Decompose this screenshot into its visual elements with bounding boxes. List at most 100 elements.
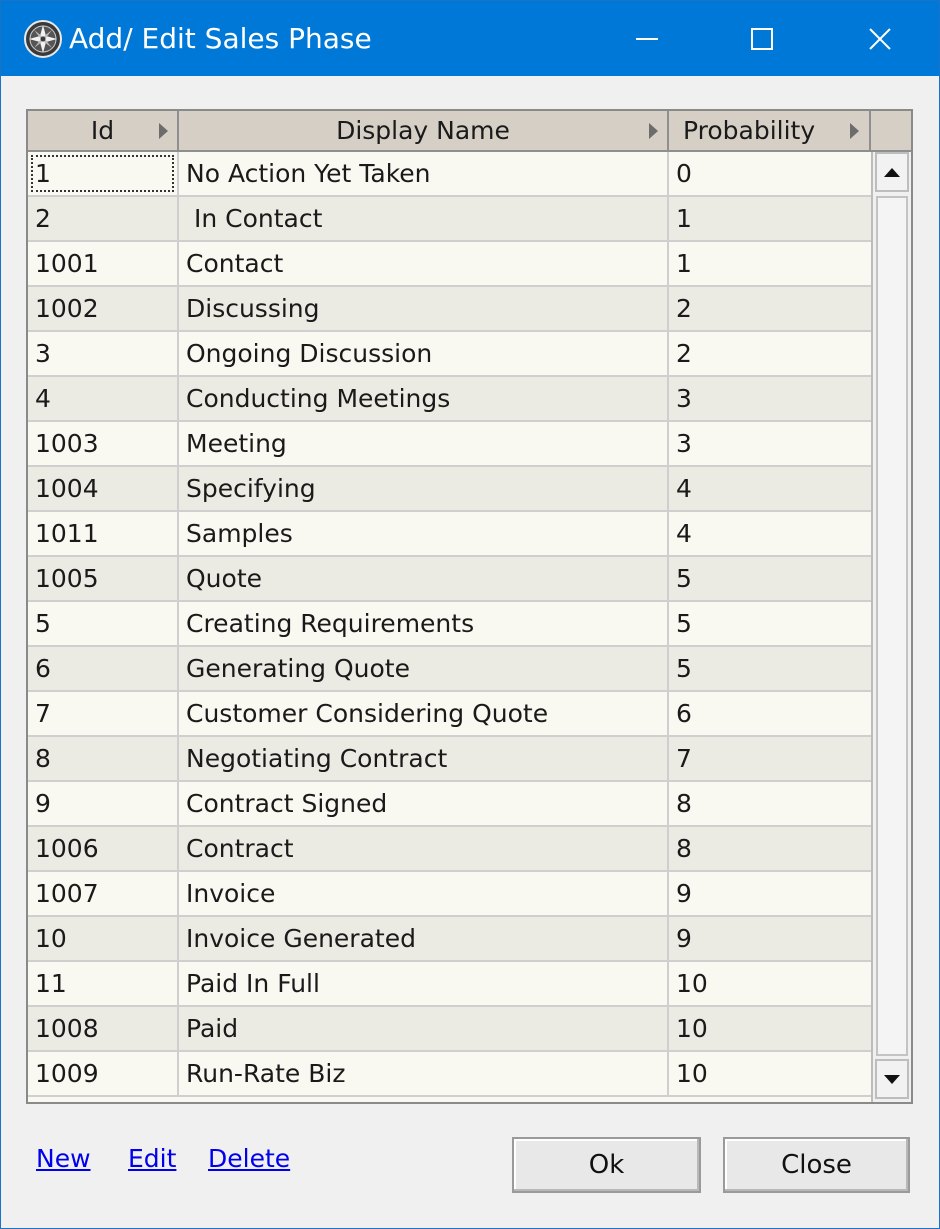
table-row[interactable]: 1003 Meeting 3 <box>28 422 871 467</box>
cell-display-name[interactable]: Customer Considering Quote <box>179 692 669 735</box>
cell-probability[interactable]: 3 <box>669 377 871 420</box>
cell-display-name[interactable]: Invoice Generated <box>179 917 669 960</box>
cell-probability[interactable]: 10 <box>669 962 871 1005</box>
cell-probability[interactable]: 5 <box>669 602 871 645</box>
cell-display-name[interactable]: Generating Quote <box>179 647 669 690</box>
edit-link[interactable]: Edit <box>128 1144 176 1173</box>
table-row[interactable]: 3 Ongoing Discussion 2 <box>28 332 871 377</box>
cell-id[interactable]: 11 <box>28 962 179 1005</box>
minimize-button[interactable] <box>588 1 706 76</box>
cell-id[interactable]: 1006 <box>28 827 179 870</box>
cell-display-name[interactable]: Contact <box>179 242 669 285</box>
column-header-id[interactable]: Id <box>28 111 179 150</box>
cell-probability[interactable]: 5 <box>669 647 871 690</box>
cell-probability[interactable]: 4 <box>669 467 871 510</box>
cell-id[interactable]: 1008 <box>28 1007 179 1050</box>
cell-display-name[interactable]: No Action Yet Taken <box>179 152 669 195</box>
cell-display-name[interactable]: Ongoing Discussion <box>179 332 669 375</box>
cell-id[interactable]: 1005 <box>28 557 179 600</box>
cell-probability[interactable]: 3 <box>669 422 871 465</box>
cell-display-name[interactable]: Invoice <box>179 872 669 915</box>
column-menu-arrow-icon[interactable] <box>649 123 658 139</box>
table-row[interactable]: 4 Conducting Meetings 3 <box>28 377 871 422</box>
cell-display-name[interactable]: Samples <box>179 512 669 555</box>
cell-id[interactable]: 7 <box>28 692 179 735</box>
table-row[interactable]: 1001 Contact 1 <box>28 242 871 287</box>
cell-probability[interactable]: 10 <box>669 1052 871 1095</box>
cell-display-name[interactable]: Meeting <box>179 422 669 465</box>
table-row[interactable]: 10 Invoice Generated 9 <box>28 917 871 962</box>
cell-probability[interactable]: 0 <box>669 152 871 195</box>
cell-display-name[interactable]: Paid In Full <box>179 962 669 1005</box>
cell-id[interactable]: 10 <box>28 917 179 960</box>
cell-id[interactable]: 1009 <box>28 1052 179 1095</box>
table-row[interactable]: 1004 Specifying 4 <box>28 467 871 512</box>
ok-button[interactable]: Ok <box>512 1137 701 1193</box>
table-row[interactable]: 1008 Paid 10 <box>28 1007 871 1052</box>
cell-probability[interactable]: 8 <box>669 782 871 825</box>
cell-probability[interactable]: 9 <box>669 872 871 915</box>
maximize-button[interactable] <box>703 1 821 76</box>
table-row[interactable]: 11 Paid In Full 10 <box>28 962 871 1007</box>
table-row[interactable]: 6 Generating Quote 5 <box>28 647 871 692</box>
cell-id[interactable]: 8 <box>28 737 179 780</box>
cell-id[interactable]: 5 <box>28 602 179 645</box>
table-row[interactable]: 1 No Action Yet Taken 0 <box>28 152 871 197</box>
column-header-probability[interactable]: Probability <box>669 111 871 150</box>
cell-display-name[interactable]: Paid <box>179 1007 669 1050</box>
cell-id[interactable]: 3 <box>28 332 179 375</box>
cell-id[interactable]: 2 <box>28 197 179 240</box>
cell-id[interactable]: 6 <box>28 647 179 690</box>
cell-id[interactable]: 1002 <box>28 287 179 330</box>
table-row[interactable]: 1007 Invoice 9 <box>28 872 871 917</box>
delete-link[interactable]: Delete <box>208 1144 290 1173</box>
table-row[interactable]: 1006 Contract 8 <box>28 827 871 872</box>
cell-probability[interactable]: 9 <box>669 917 871 960</box>
cell-probability[interactable]: 1 <box>669 197 871 240</box>
cell-probability[interactable]: 4 <box>669 512 871 555</box>
cell-display-name[interactable]: Conducting Meetings <box>179 377 669 420</box>
cell-id[interactable]: 1004 <box>28 467 179 510</box>
vertical-scrollbar[interactable] <box>871 152 911 1102</box>
cell-display-name[interactable]: Quote <box>179 557 669 600</box>
cell-id[interactable]: 1003 <box>28 422 179 465</box>
cell-id[interactable]: 1011 <box>28 512 179 555</box>
column-menu-arrow-icon[interactable] <box>159 123 168 139</box>
cell-display-name[interactable]: Contract Signed <box>179 782 669 825</box>
cell-probability[interactable]: 6 <box>669 692 871 735</box>
compass-app-icon[interactable] <box>23 19 63 59</box>
cell-probability[interactable]: 10 <box>669 1007 871 1050</box>
cell-display-name[interactable]: Specifying <box>179 467 669 510</box>
scroll-down-button[interactable] <box>875 1059 909 1099</box>
table-row[interactable]: 1011 Samples 4 <box>28 512 871 557</box>
cell-probability[interactable]: 2 <box>669 332 871 375</box>
cell-display-name[interactable]: In Contact <box>179 197 669 240</box>
table-row[interactable]: 2 In Contact 1 <box>28 197 871 242</box>
cell-id[interactable]: 1007 <box>28 872 179 915</box>
cell-display-name[interactable]: Contract <box>179 827 669 870</box>
cell-id[interactable]: 1 <box>28 152 179 195</box>
close-button[interactable]: Close <box>723 1137 910 1193</box>
table-row[interactable]: 7 Customer Considering Quote 6 <box>28 692 871 737</box>
cell-probability[interactable]: 5 <box>669 557 871 600</box>
close-window-button[interactable] <box>821 1 939 76</box>
column-menu-arrow-icon[interactable] <box>850 123 859 139</box>
column-header-display-name[interactable]: Display Name <box>179 111 669 150</box>
table-row[interactable]: 1009 Run-Rate Biz 10 <box>28 1052 871 1097</box>
cell-id[interactable]: 4 <box>28 377 179 420</box>
table-row[interactable]: 1002 Discussing 2 <box>28 287 871 332</box>
cell-display-name[interactable]: Discussing <box>179 287 669 330</box>
scrollbar-thumb[interactable] <box>876 196 908 1056</box>
cell-id[interactable]: 1001 <box>28 242 179 285</box>
table-row[interactable]: 5 Creating Requirements 5 <box>28 602 871 647</box>
cell-display-name[interactable]: Creating Requirements <box>179 602 669 645</box>
cell-id[interactable]: 9 <box>28 782 179 825</box>
sales-phase-grid[interactable]: Id Display Name Probability 1 No Action Y… <box>26 109 913 1104</box>
title-bar[interactable]: Add/ Edit Sales Phase <box>1 1 939 76</box>
cell-probability[interactable]: 8 <box>669 827 871 870</box>
cell-probability[interactable]: 2 <box>669 287 871 330</box>
cell-display-name[interactable]: Run-Rate Biz <box>179 1052 669 1095</box>
scroll-up-button[interactable] <box>875 152 909 192</box>
cell-display-name[interactable]: Negotiating Contract <box>179 737 669 780</box>
table-row[interactable]: 8 Negotiating Contract 7 <box>28 737 871 782</box>
